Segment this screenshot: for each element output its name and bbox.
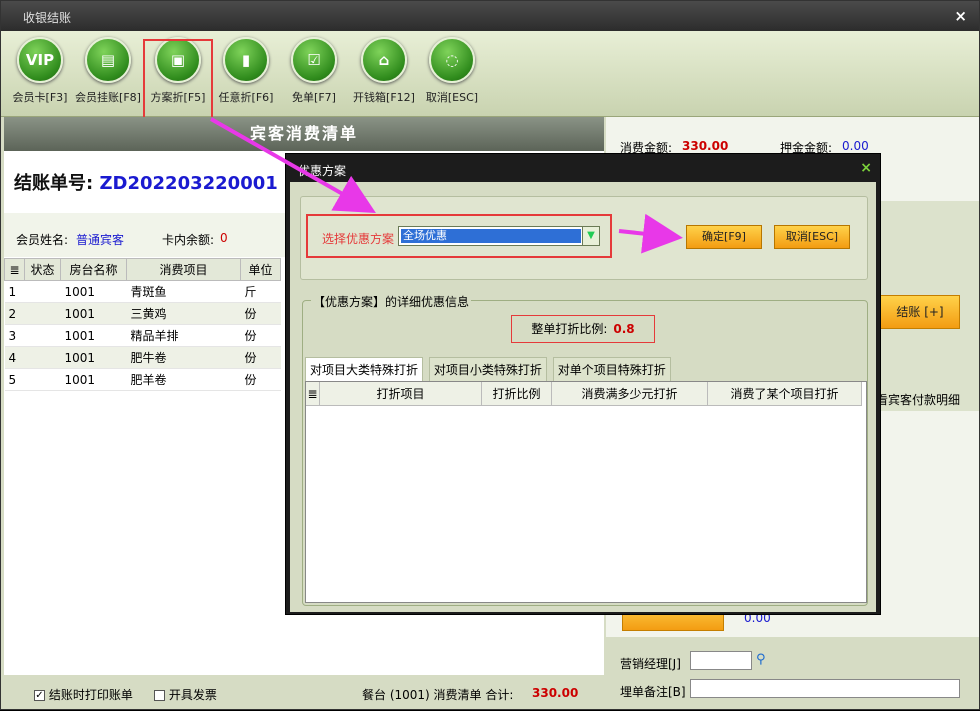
checkout-window: 收银结账 × VIP 会员卡[F3] ▤ 会员挂账[F8] ▣ 方案折[F5] … <box>0 0 980 710</box>
arrow-to-confirm <box>618 213 683 254</box>
arrow-to-select <box>210 117 376 213</box>
annotation-arrows <box>210 117 683 254</box>
